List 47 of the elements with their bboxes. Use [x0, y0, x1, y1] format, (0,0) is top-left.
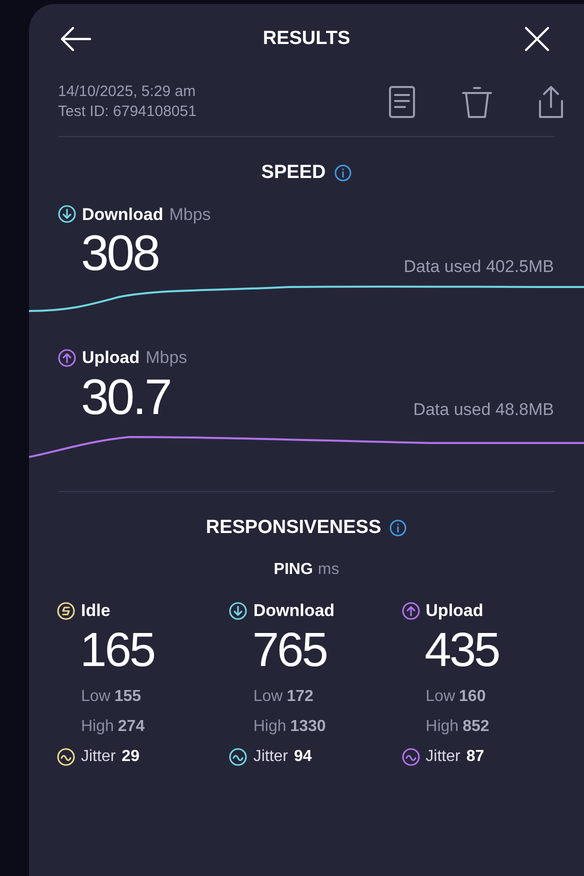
wave-circle-icon	[57, 748, 75, 766]
high-label: High	[426, 716, 459, 736]
ping-label: PING	[274, 560, 313, 580]
speed-value: 308	[81, 225, 158, 281]
high-label: High	[81, 716, 114, 736]
low-label: Low	[253, 686, 283, 706]
metric-label: Download	[82, 204, 164, 226]
info-icon[interactable]	[334, 164, 352, 182]
ping-value: 765	[251, 624, 328, 678]
jitter-label: Jitter	[81, 746, 116, 766]
high-value: 852	[462, 716, 490, 736]
unit-label: Mbps	[169, 204, 211, 226]
test-id: Test ID: 6794108051	[58, 102, 196, 122]
metric-label: Upload	[82, 347, 140, 369]
section-title: RESPONSIVENESS	[206, 516, 382, 540]
info-icon[interactable]	[389, 518, 408, 537]
low-label: Low	[81, 686, 110, 706]
section-title: SPEED	[261, 161, 326, 185]
ping-type-label: Download	[253, 600, 335, 622]
ping-value: 435	[424, 624, 500, 678]
share-icon[interactable]	[538, 85, 564, 119]
jitter-label: Jitter	[253, 746, 288, 766]
ping-type-label: Idle	[81, 600, 110, 622]
wave-circle-icon	[402, 748, 420, 766]
page-title: RESULTS	[262, 26, 350, 51]
jitter-label: Jitter	[426, 746, 460, 766]
high-label: High	[253, 716, 286, 736]
ping-type-label: Upload	[426, 600, 484, 622]
document-icon[interactable]	[388, 86, 416, 118]
trash-icon[interactable]	[462, 86, 492, 118]
test-date: 14/10/2025, 5:29 am	[58, 82, 196, 102]
jitter-value: 94	[294, 746, 312, 766]
low-value: 172	[286, 686, 314, 706]
ping-value: 165	[79, 624, 156, 678]
jitter-value: 29	[122, 746, 140, 766]
low-value: 160	[459, 686, 486, 706]
wave-circle-icon	[229, 748, 248, 766]
low-value: 155	[114, 686, 142, 706]
speed-value: 30.7	[81, 368, 170, 424]
unit-label: Mbps	[146, 347, 188, 369]
jitter-value: 87	[466, 746, 484, 766]
high-value: 1330	[290, 716, 326, 736]
high-value: 274	[118, 716, 145, 736]
data-used: Data used 48.8MB	[413, 399, 554, 421]
low-label: Low	[426, 686, 456, 706]
unit-label: ms	[318, 560, 340, 580]
data-used: Data used 402.5MB	[404, 256, 554, 278]
